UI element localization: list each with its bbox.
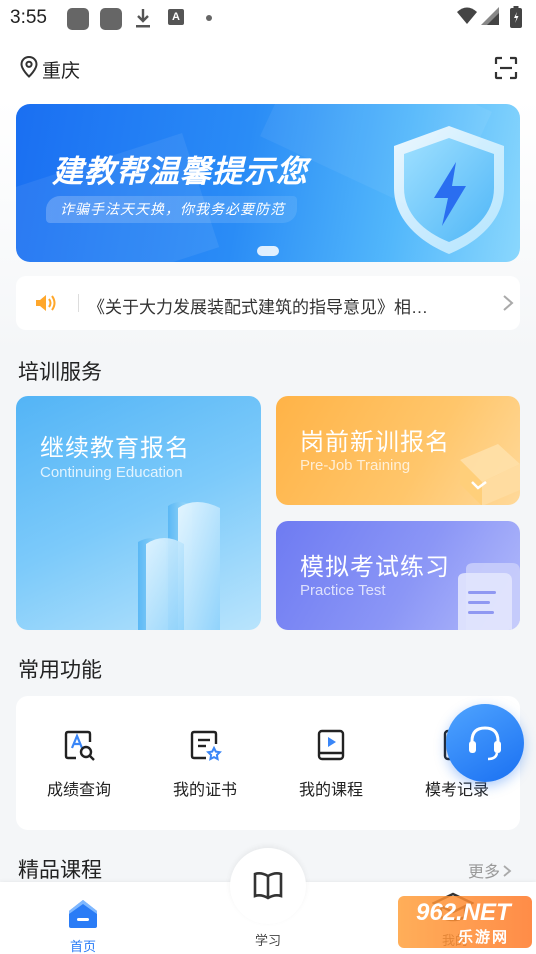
notification-square-icon	[100, 8, 122, 30]
section-title-training: 培训服务	[18, 361, 102, 384]
banner-subtitle: 诈骗手法天天换，你我务必要防范	[46, 196, 297, 223]
banner-title: 建教帮温馨提示您	[52, 154, 308, 189]
score-search-button[interactable]: 成绩查询	[16, 696, 142, 830]
download-icon	[136, 9, 150, 28]
status-bar: 3:55 A	[0, 0, 536, 36]
pre-job-training-card[interactable]: 岗前新训报名 Pre-Job Training	[276, 396, 520, 505]
my-certificate-button[interactable]: 我的证书	[142, 696, 268, 830]
header: 重庆	[0, 36, 536, 98]
promo-banner[interactable]: 建教帮温馨提示您 诈骗手法天天换，你我务必要防范	[16, 104, 520, 262]
card-subtitle: Continuing Education	[40, 464, 183, 481]
more-link[interactable]: 更多	[468, 858, 512, 882]
function-label: 我的证书	[172, 782, 237, 799]
function-label: 模考记录	[424, 782, 489, 799]
status-time: 3:55	[10, 7, 47, 28]
shield-lightning-icon	[394, 126, 504, 254]
card-title: 岗前新训报名	[300, 429, 450, 456]
scan-icon[interactable]	[494, 56, 518, 80]
wifi-icon	[457, 7, 477, 24]
dot-icon	[206, 15, 212, 21]
chevron-right-icon[interactable]	[502, 294, 514, 312]
books-icon	[138, 502, 220, 630]
card-subtitle: Pre-Job Training	[300, 457, 411, 474]
customer-service-button[interactable]	[446, 704, 524, 782]
exam-paper-icon	[458, 563, 520, 630]
home-icon	[69, 900, 97, 928]
city-selector[interactable]: 重庆	[42, 56, 80, 83]
nav-home[interactable]: 首页	[48, 890, 118, 954]
location-pin-icon[interactable]	[20, 56, 38, 78]
signal-icon	[481, 7, 499, 25]
functions-panel: 成绩查询 我的证书 我的课程 模考记录	[16, 696, 520, 830]
nav-study-label: 学习	[254, 933, 281, 948]
watermark-logo: 962.NET 乐游网	[398, 896, 532, 948]
notice-bar[interactable]: 《关于大力发展装配式建筑的指导意见》相…	[16, 276, 520, 330]
score-search-icon	[64, 730, 95, 761]
function-label: 成绩查询	[46, 782, 111, 799]
nav-study[interactable]	[230, 848, 306, 924]
banner-pagination	[257, 246, 279, 256]
card-subtitle: Practice Test	[300, 582, 386, 599]
more-label: 更多	[468, 864, 501, 881]
my-courses-button[interactable]: 我的课程	[268, 696, 394, 830]
function-label: 我的课程	[298, 782, 363, 799]
certificate-icon	[190, 730, 222, 761]
practice-test-card[interactable]: 模拟考试练习 Practice Test	[276, 521, 520, 630]
watermark-top: 962.NET	[416, 899, 511, 926]
section-title-functions: 常用功能	[18, 659, 102, 682]
card-title: 模拟考试练习	[300, 554, 450, 581]
card-title: 继续教育报名	[40, 435, 190, 462]
nav-home-label: 首页	[69, 939, 96, 954]
notification-square-icon	[67, 8, 89, 30]
inbox-tray-icon	[460, 444, 520, 505]
chevron-right-icon	[503, 865, 512, 877]
watermark-bottom: 乐游网	[458, 929, 510, 946]
notice-divider	[78, 294, 79, 312]
battery-icon	[510, 6, 522, 28]
continuing-education-card[interactable]: 继续教育报名 Continuing Education	[16, 396, 261, 630]
speaker-icon	[36, 295, 56, 311]
section-title-courses: 精品课程	[18, 859, 102, 882]
course-play-icon	[317, 729, 345, 761]
headset-icon	[469, 726, 501, 761]
notice-text[interactable]: 《关于大力发展装配式建筑的指导意见》相…	[88, 293, 448, 318]
book-icon	[253, 872, 283, 900]
font-a-icon: A	[168, 9, 184, 25]
